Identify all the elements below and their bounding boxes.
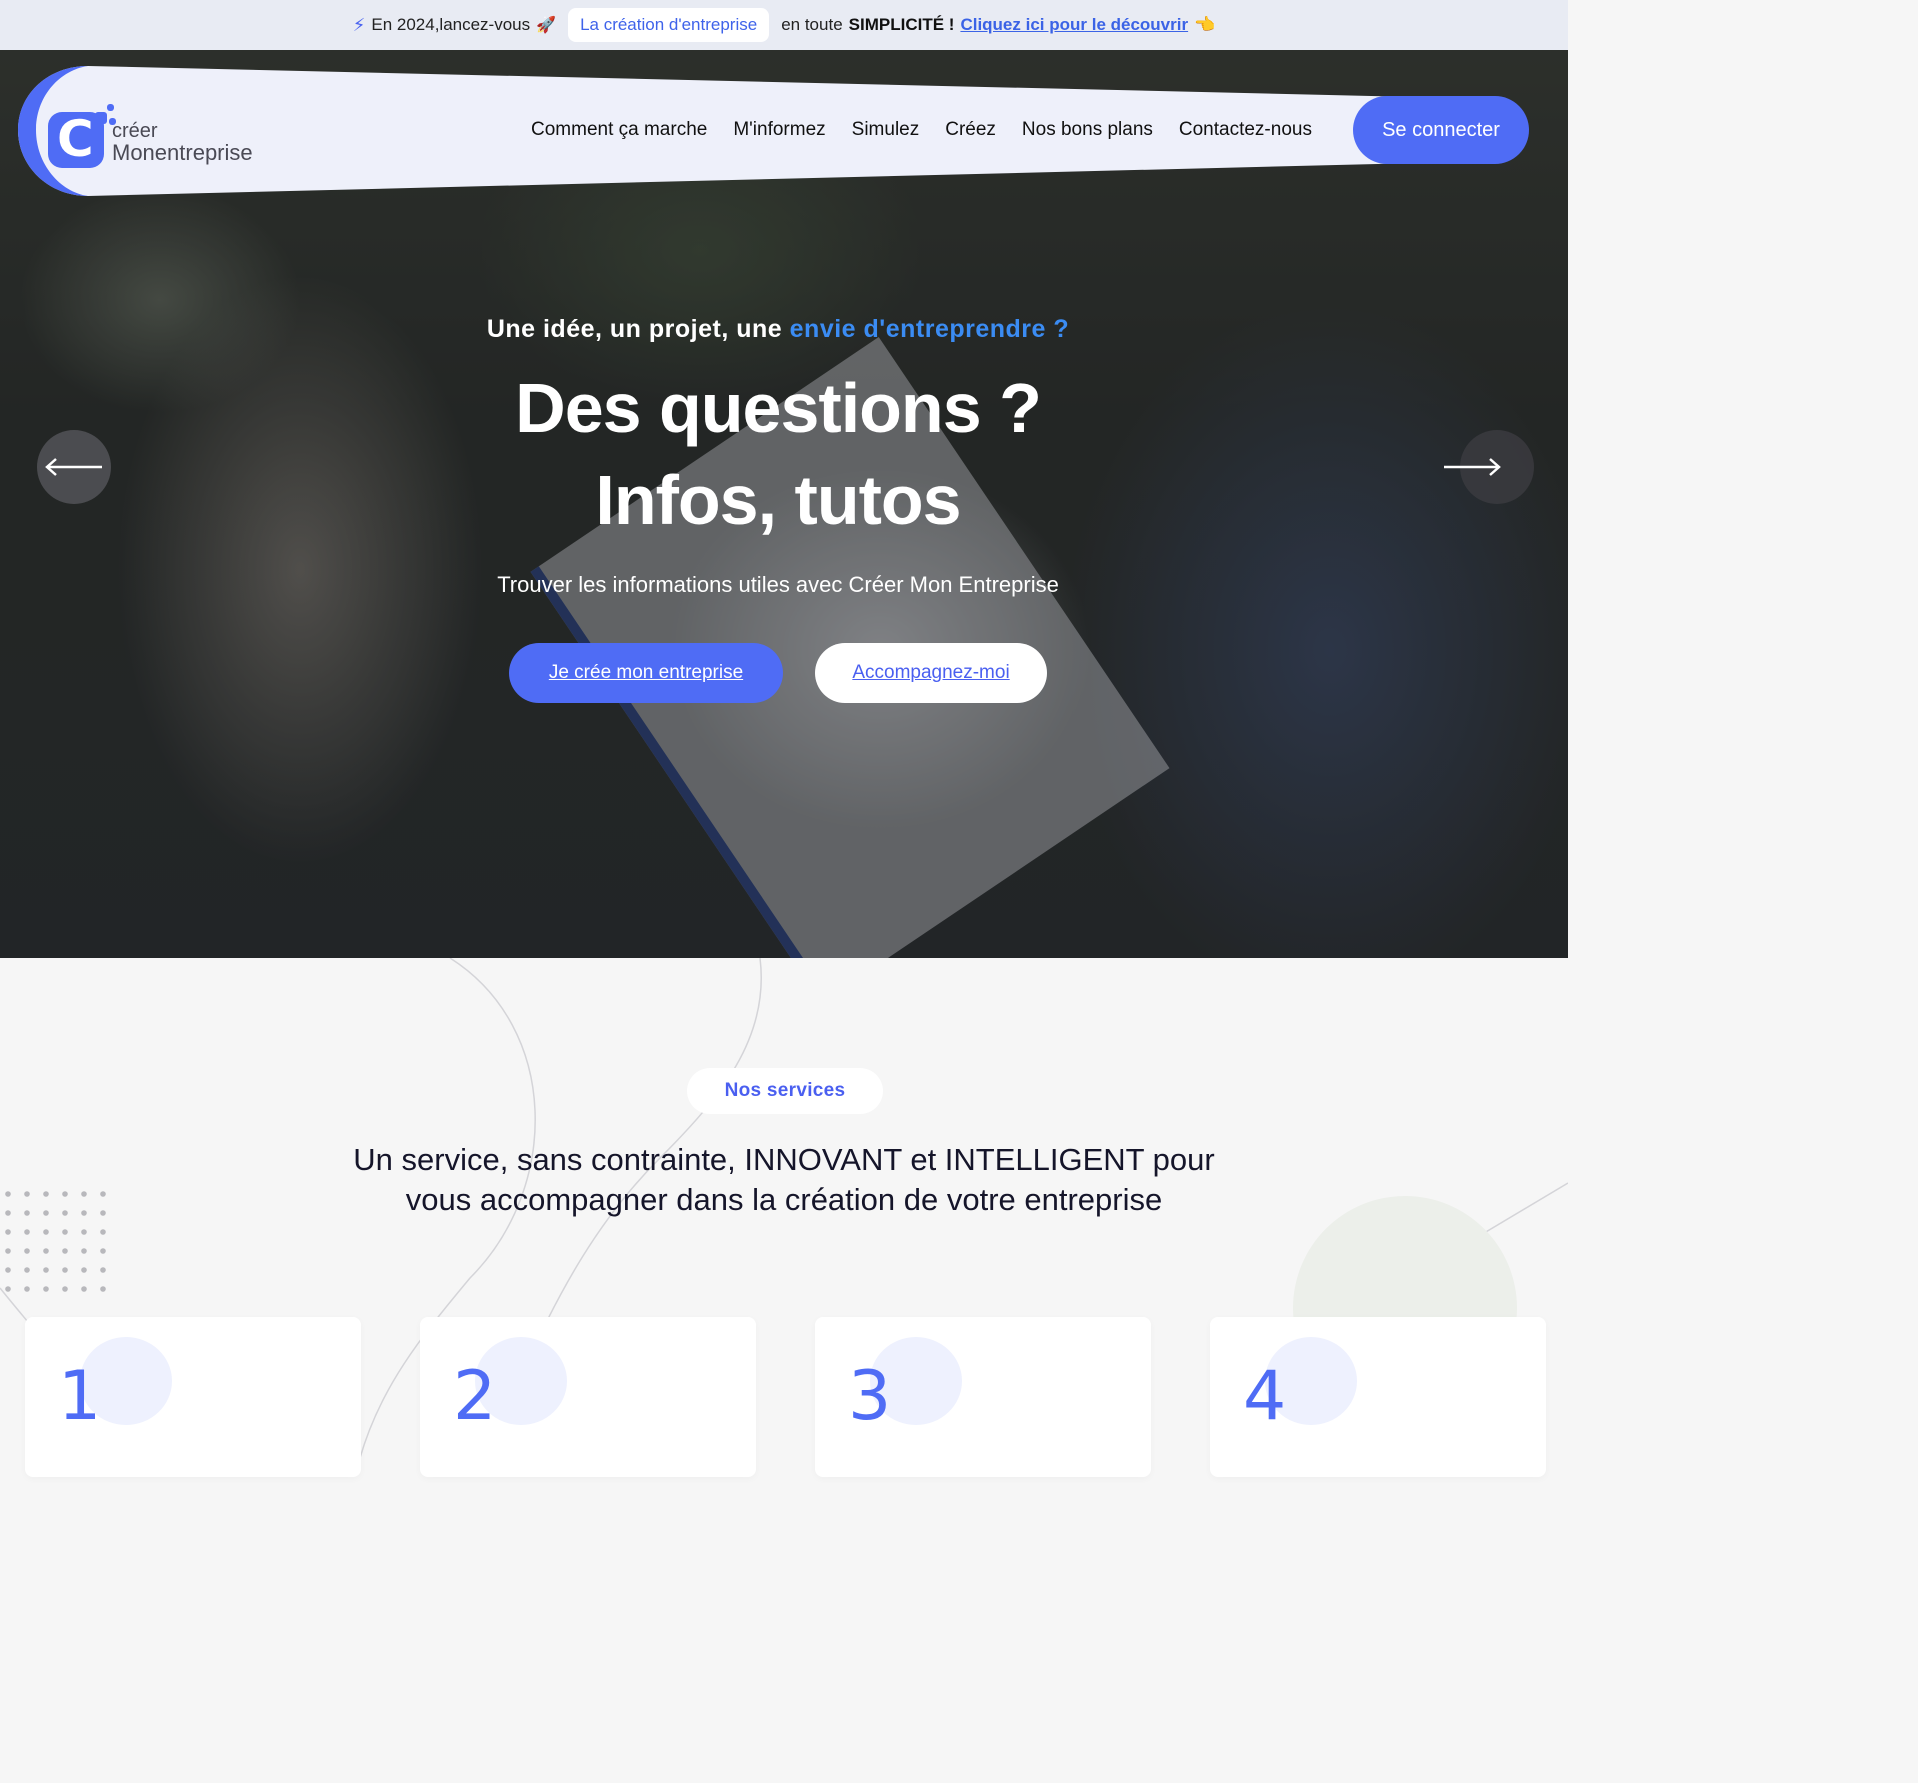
hero-title-line1: Des questions ?: [515, 369, 1042, 447]
hero-kicker-highlight: envie d'entreprendre ?: [789, 315, 1070, 343]
announcement-prefix: En 2024,lancez-vous: [371, 15, 531, 34]
hero-subtitle: Trouver les informations utiles avec Cré…: [497, 572, 1059, 597]
service-card-number: 4: [1243, 1357, 1287, 1436]
service-card-number: 2: [453, 1357, 497, 1436]
accompany-me-button[interactable]: Accompagnez-moi: [815, 643, 1047, 703]
site-header: créer Monentreprise Comment ça marche M'…: [18, 64, 1548, 196]
service-card-2[interactable]: 2: [420, 1317, 756, 1477]
service-card-number: 1: [58, 1357, 102, 1436]
nav-item-creez[interactable]: Créez: [932, 119, 1009, 141]
brand-logo[interactable]: créer Monentreprise: [48, 94, 288, 174]
announcement-pill: La création d'entreprise: [568, 8, 770, 42]
services-badge: Nos services: [687, 1068, 883, 1114]
service-card-4[interactable]: 4: [1210, 1317, 1546, 1477]
service-card-number: 3: [848, 1357, 892, 1436]
logo-text-line2: Monentreprise: [112, 140, 253, 165]
announcement-bar: ⚡ En 2024,lancez-vous 🚀 La création d'en…: [0, 0, 1568, 50]
announcement-emphasis: SIMPLICITÉ !: [848, 15, 955, 34]
dots-grid-decoration: [5, 1191, 106, 1292]
arrow-left-icon: [45, 458, 102, 476]
nav-item-bons-plans[interactable]: Nos bons plans: [1009, 119, 1166, 141]
rocket-icon: 🚀: [536, 17, 557, 34]
nav-item-simulez[interactable]: Simulez: [839, 119, 933, 141]
hero-kicker-text: Une idée, un projet, une: [486, 315, 783, 343]
login-button[interactable]: Se connecter: [1353, 96, 1529, 164]
hero-title-line2: Infos, tutos: [595, 461, 961, 539]
announcement-link[interactable]: Cliquez ici pour le découvrir: [960, 15, 1188, 35]
nav-item-comment-ca-marche[interactable]: Comment ça marche: [518, 119, 720, 141]
carousel-prev-button[interactable]: [37, 430, 111, 504]
service-card-1[interactable]: 1: [25, 1317, 361, 1477]
nav-item-contact[interactable]: Contactez-nous: [1166, 119, 1325, 141]
announcement-middle: en toute: [781, 15, 843, 34]
carousel-next-button[interactable]: [1444, 430, 1534, 504]
hero-kicker: Une idée, un projet, une envie d'entrepr…: [0, 315, 1556, 344]
main-nav: Comment ça marche M'informez Simulez Cré…: [518, 96, 1325, 164]
nav-item-minformez[interactable]: M'informez: [720, 119, 838, 141]
logo-mark-icon: [48, 104, 116, 168]
logo-text-line1: créer: [112, 120, 158, 142]
pointing-hand-icon: 👈: [1194, 15, 1216, 34]
service-card-3[interactable]: 3: [815, 1317, 1151, 1477]
services-title: Un service, sans contrainte, INNOVANT et…: [353, 1142, 1215, 1217]
lightning-icon: ⚡: [352, 14, 366, 35]
arrow-right-icon: [1444, 458, 1501, 476]
create-company-button[interactable]: Je crée mon entreprise: [509, 643, 783, 703]
